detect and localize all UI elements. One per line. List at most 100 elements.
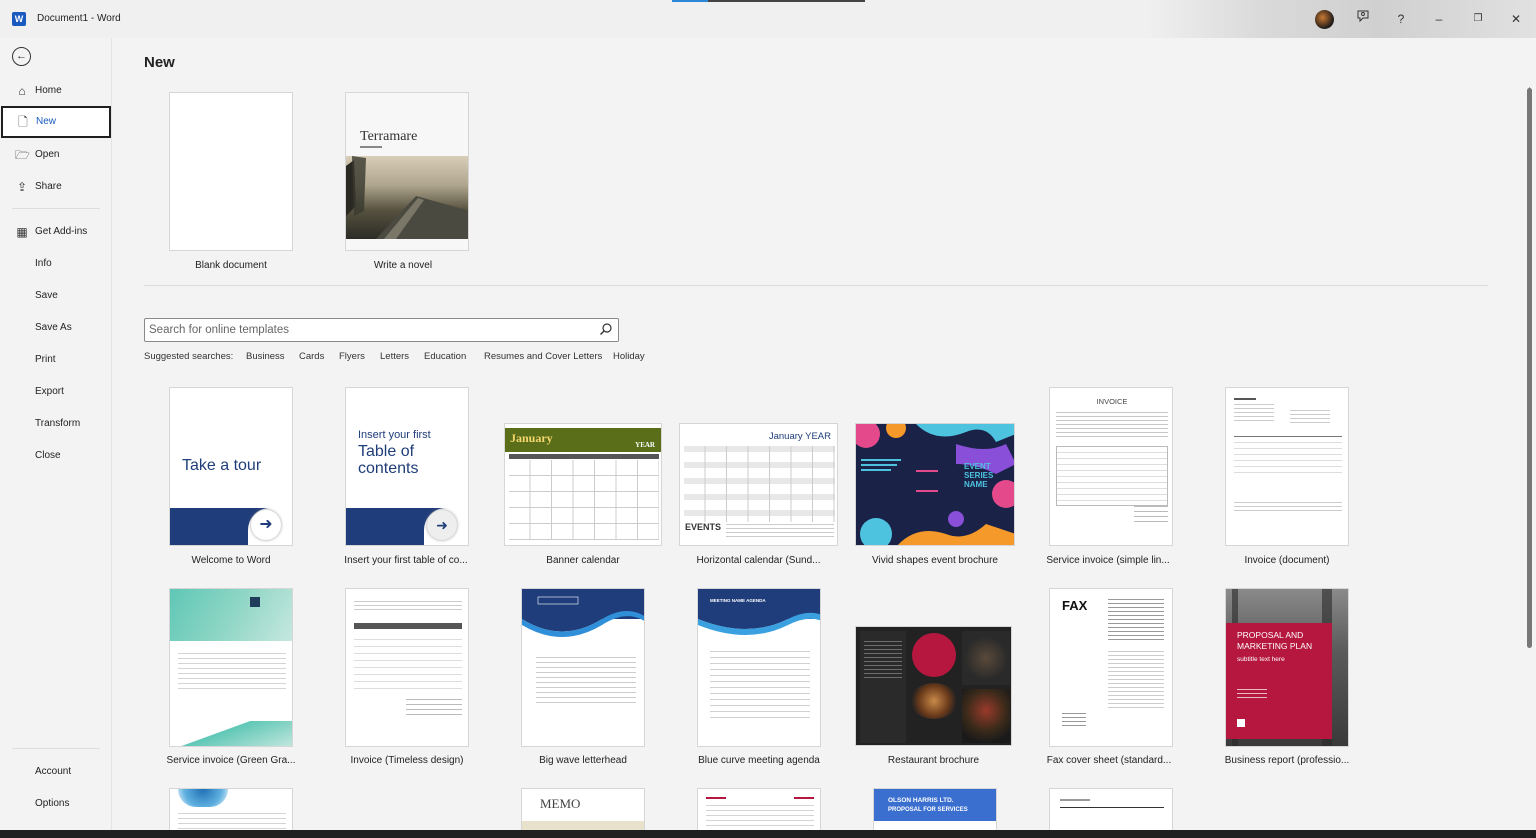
sidebar-item-account[interactable]: Account (0, 756, 112, 788)
brochure-food-image (962, 631, 1010, 685)
template-lines (706, 805, 814, 829)
word-app-icon: W (12, 12, 26, 26)
template-caption: Fax cover sheet (standard... (1046, 755, 1172, 766)
suggested-search-link[interactable]: Letters (380, 351, 409, 362)
suggested-search-link[interactable]: Education (424, 351, 466, 362)
template-table-of-contents[interactable]: Insert your first Table of contents ➜ (345, 387, 469, 546)
sidebar-item-label: Get Add-ins (35, 226, 88, 237)
invoice-table (1056, 446, 1168, 506)
help-icon[interactable]: ? (1390, 9, 1412, 29)
calendar-grid (684, 446, 835, 522)
avatar-icon[interactable] (1315, 10, 1334, 29)
invoice-header-lines (354, 601, 462, 611)
template-heading: Table of (358, 443, 415, 460)
calendar-event-lines (726, 524, 834, 538)
search-icon[interactable] (599, 322, 613, 336)
invoice-table (354, 633, 462, 693)
arrow-right-icon: ➜ (251, 510, 281, 540)
calendar-year: YEAR (635, 441, 655, 449)
fax-footer (1062, 713, 1086, 727)
sidebar-item-label: Home (35, 85, 62, 96)
novel-subtitle-line (360, 146, 382, 148)
template-caption: Service invoice (simple lin... (1046, 555, 1170, 566)
feedback-icon[interactable] (1352, 9, 1374, 29)
invoice-company (1234, 398, 1256, 400)
title-bar-accent (672, 0, 865, 2)
template-heading: contents (358, 460, 419, 477)
template-restaurant-brochure[interactable] (855, 626, 1012, 746)
sidebar-item-new[interactable]: 🗋 New (1, 106, 111, 138)
fax-heading: FAX (1062, 598, 1088, 613)
calendar-month: January YEAR (768, 431, 831, 442)
template-blue-curve-agenda[interactable]: MEETING NAME AGENDA (697, 588, 821, 747)
backstage-sidebar: ← ⌂ Home 🗋 New 🗁 Open ⇪ Share ▦ Get Add-… (0, 38, 112, 838)
back-arrow-icon[interactable]: ← (12, 47, 31, 66)
template-search-box[interactable] (144, 318, 619, 342)
scrollbar-thumb[interactable] (1527, 88, 1532, 648)
suggested-search-link[interactable]: Cards (299, 351, 324, 362)
sidebar-item-label: Account (35, 766, 72, 777)
template-business-report[interactable]: PROPOSAL AND MARKETING PLAN subtitle tex… (1225, 588, 1349, 747)
sidebar-item-share[interactable]: ⇪ Share (0, 171, 112, 203)
fax-fields (1108, 599, 1164, 643)
minimize-icon[interactable]: – (1428, 9, 1450, 29)
write-a-novel-thumbnail[interactable]: Terramare (345, 92, 469, 251)
template-service-invoice-simple[interactable]: INVOICE (1049, 387, 1173, 546)
sidebar-item-info[interactable]: Info (0, 248, 112, 280)
sidebar-item-label: Export (35, 386, 64, 397)
template-caption: Service invoice (Green Gra... (166, 755, 296, 766)
template-invoice-timeless[interactable] (345, 588, 469, 747)
template-caption: Blue curve meeting agenda (698, 755, 820, 766)
template-text: Insert your first (358, 429, 431, 441)
template-big-wave-letterhead[interactable] (521, 588, 645, 747)
sidebar-item-label: Transform (35, 418, 81, 429)
template-welcome-to-word[interactable]: Take a tour ➜ (169, 387, 293, 546)
template-caption: Blank document (195, 260, 267, 271)
brochure-food-image (910, 683, 958, 719)
template-banner-calendar[interactable]: January YEAR (504, 423, 662, 546)
blank-document-thumbnail[interactable] (169, 92, 293, 251)
template-decoration (794, 797, 814, 799)
suggested-search-link[interactable]: Flyers (339, 351, 365, 362)
invoice-meta (1290, 410, 1330, 424)
template-caption: Write a novel (373, 260, 433, 271)
suggested-search-link[interactable]: Resumes and Cover Letters (484, 351, 602, 362)
sidebar-item-open[interactable]: 🗁 Open (0, 139, 112, 171)
sidebar-item-close[interactable]: Close (0, 440, 112, 472)
template-caption: Banner calendar (546, 555, 620, 566)
sidebar-item-label: Close (35, 450, 61, 461)
template-decoration (706, 797, 726, 799)
sidebar-item-home[interactable]: ⌂ Home (0, 75, 112, 107)
sidebar-item-transform[interactable]: Transform (0, 408, 112, 440)
invoice-header-band (170, 589, 292, 641)
calendar-weekday-row (509, 454, 659, 459)
sidebar-item-save-as[interactable]: Save As (0, 312, 112, 344)
sidebar-item-export[interactable]: Export (0, 376, 112, 408)
sidebar-item-save[interactable]: Save (0, 280, 112, 312)
brochure-text (864, 641, 902, 681)
close-icon[interactable]: ✕ (1505, 9, 1527, 29)
suggested-search-link[interactable]: Business (246, 351, 285, 362)
suggested-search-link[interactable]: Holiday (613, 351, 645, 362)
template-service-invoice-green[interactable] (169, 588, 293, 747)
template-vivid-shapes-brochure[interactable]: EVENT SERIES NAME (855, 423, 1015, 546)
taskbar (0, 830, 1536, 838)
sidebar-item-label: Save As (35, 322, 72, 333)
template-fax-cover-sheet[interactable]: FAX (1049, 588, 1173, 747)
sidebar-item-get-add-ins[interactable]: ▦ Get Add-ins (0, 216, 112, 248)
fax-body (1108, 651, 1164, 711)
restore-icon[interactable]: ❐ (1467, 9, 1489, 29)
search-input[interactable] (149, 322, 589, 338)
sidebar-item-print[interactable]: Print (0, 344, 112, 376)
sidebar-item-label: Open (35, 149, 60, 160)
template-rule (1060, 807, 1164, 808)
sidebar-item-options[interactable]: Options (0, 788, 112, 820)
invoice-totals (1134, 506, 1168, 524)
template-horizontal-calendar[interactable]: January YEAR EVENTS (679, 423, 838, 546)
invoice-lines (178, 653, 286, 693)
agenda-title: MEETING NAME AGENDA (710, 598, 766, 603)
template-invoice-document[interactable] (1225, 387, 1349, 546)
invoice-table-header (354, 623, 462, 629)
template-caption: Invoice (Timeless design) (350, 755, 464, 766)
window-title: Document1 - Word (37, 13, 121, 24)
